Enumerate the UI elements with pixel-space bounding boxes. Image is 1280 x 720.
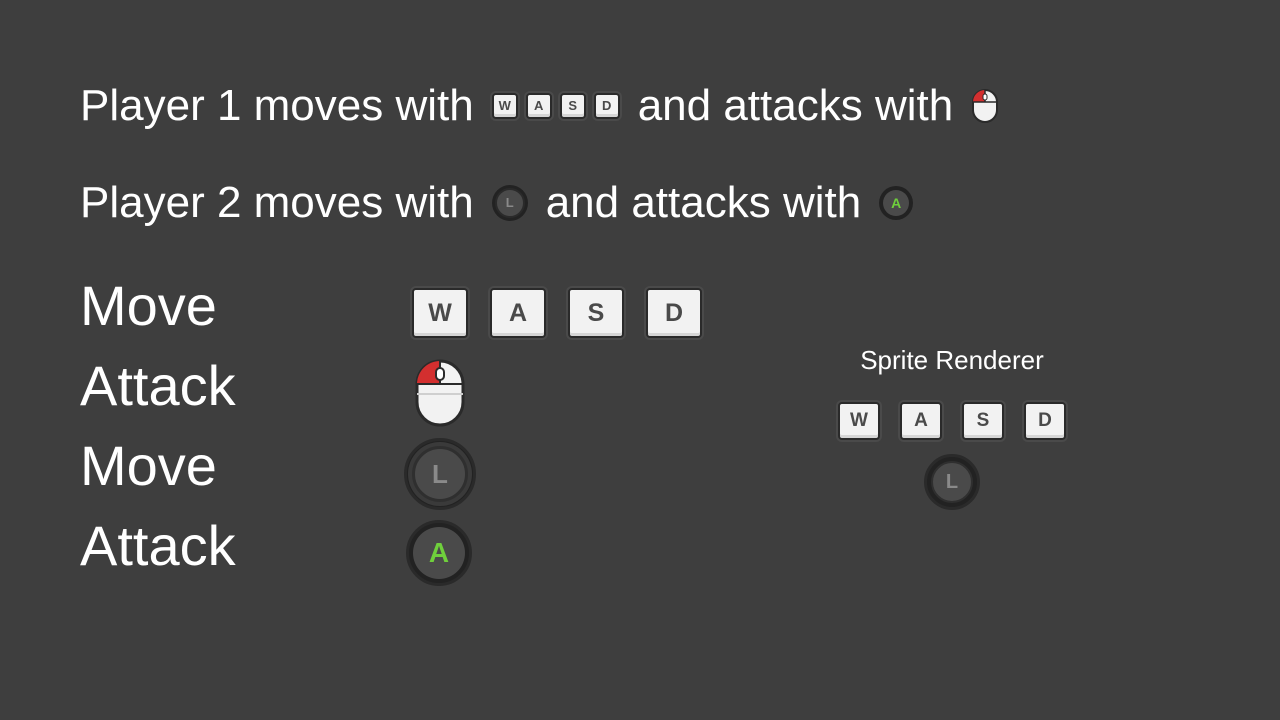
a-button-icon: A — [879, 186, 914, 220]
row-label-attack: Attack — [80, 354, 236, 417]
player1-move-keys: W A S D — [491, 93, 620, 119]
row-label-move: Move — [80, 274, 217, 337]
row-label-attack: Attack — [80, 514, 236, 577]
left-stick-glyph: L — [494, 188, 525, 218]
key-d-icon: D — [1024, 402, 1066, 440]
key-d-icon: D — [646, 288, 702, 338]
left-stick-icon: L — [491, 185, 528, 221]
key-s-icon: S — [962, 402, 1004, 440]
key-s-icon: S — [568, 288, 624, 338]
a-button-glyph: A — [883, 190, 910, 216]
left-stick-icon: L — [404, 438, 476, 510]
attack-mouse-row — [414, 358, 466, 428]
player2-instruction: Player 2 moves with L and attacks with A — [80, 177, 914, 229]
player1-instruction: Player 1 moves with W A S D and attacks … — [80, 80, 999, 132]
player1-middle: and attacks with — [637, 81, 954, 130]
sprite-renderer-title: Sprite Renderer — [860, 345, 1044, 375]
key-w-icon: W — [412, 288, 468, 338]
a-button-icon: A — [406, 520, 472, 586]
key-d-icon: D — [593, 93, 620, 119]
input-legend-screen: Player 1 moves with W A S D and attacks … — [0, 0, 1280, 720]
sprite-keys-row: W A S D — [838, 402, 1066, 440]
a-button-glyph: A — [413, 527, 465, 579]
left-stick-glyph: L — [931, 461, 973, 503]
sprite-renderer-panel: Sprite Renderer W A S D L — [836, 344, 1068, 510]
key-w-icon: W — [491, 93, 518, 119]
key-a-icon: A — [900, 402, 942, 440]
mouse-left-click-icon — [971, 88, 999, 124]
mouse-left-click-icon — [414, 358, 466, 428]
key-a-icon: A — [525, 93, 552, 119]
row-label-move: Move — [80, 434, 217, 497]
key-s-icon: S — [559, 93, 586, 119]
player2-middle: and attacks with — [545, 178, 862, 227]
attack-button-row: A — [406, 520, 472, 586]
player2-prefix: Player 2 moves with — [80, 178, 474, 227]
left-stick-icon: L — [924, 454, 980, 510]
key-w-icon: W — [838, 402, 880, 440]
player1-prefix: Player 1 moves with — [80, 81, 474, 130]
key-a-icon: A — [490, 288, 546, 338]
move-keys-row: W A S D — [412, 288, 702, 338]
player2-move-stick: L — [491, 185, 528, 221]
move-stick-row: L — [404, 438, 476, 510]
left-stick-glyph: L — [412, 446, 468, 502]
